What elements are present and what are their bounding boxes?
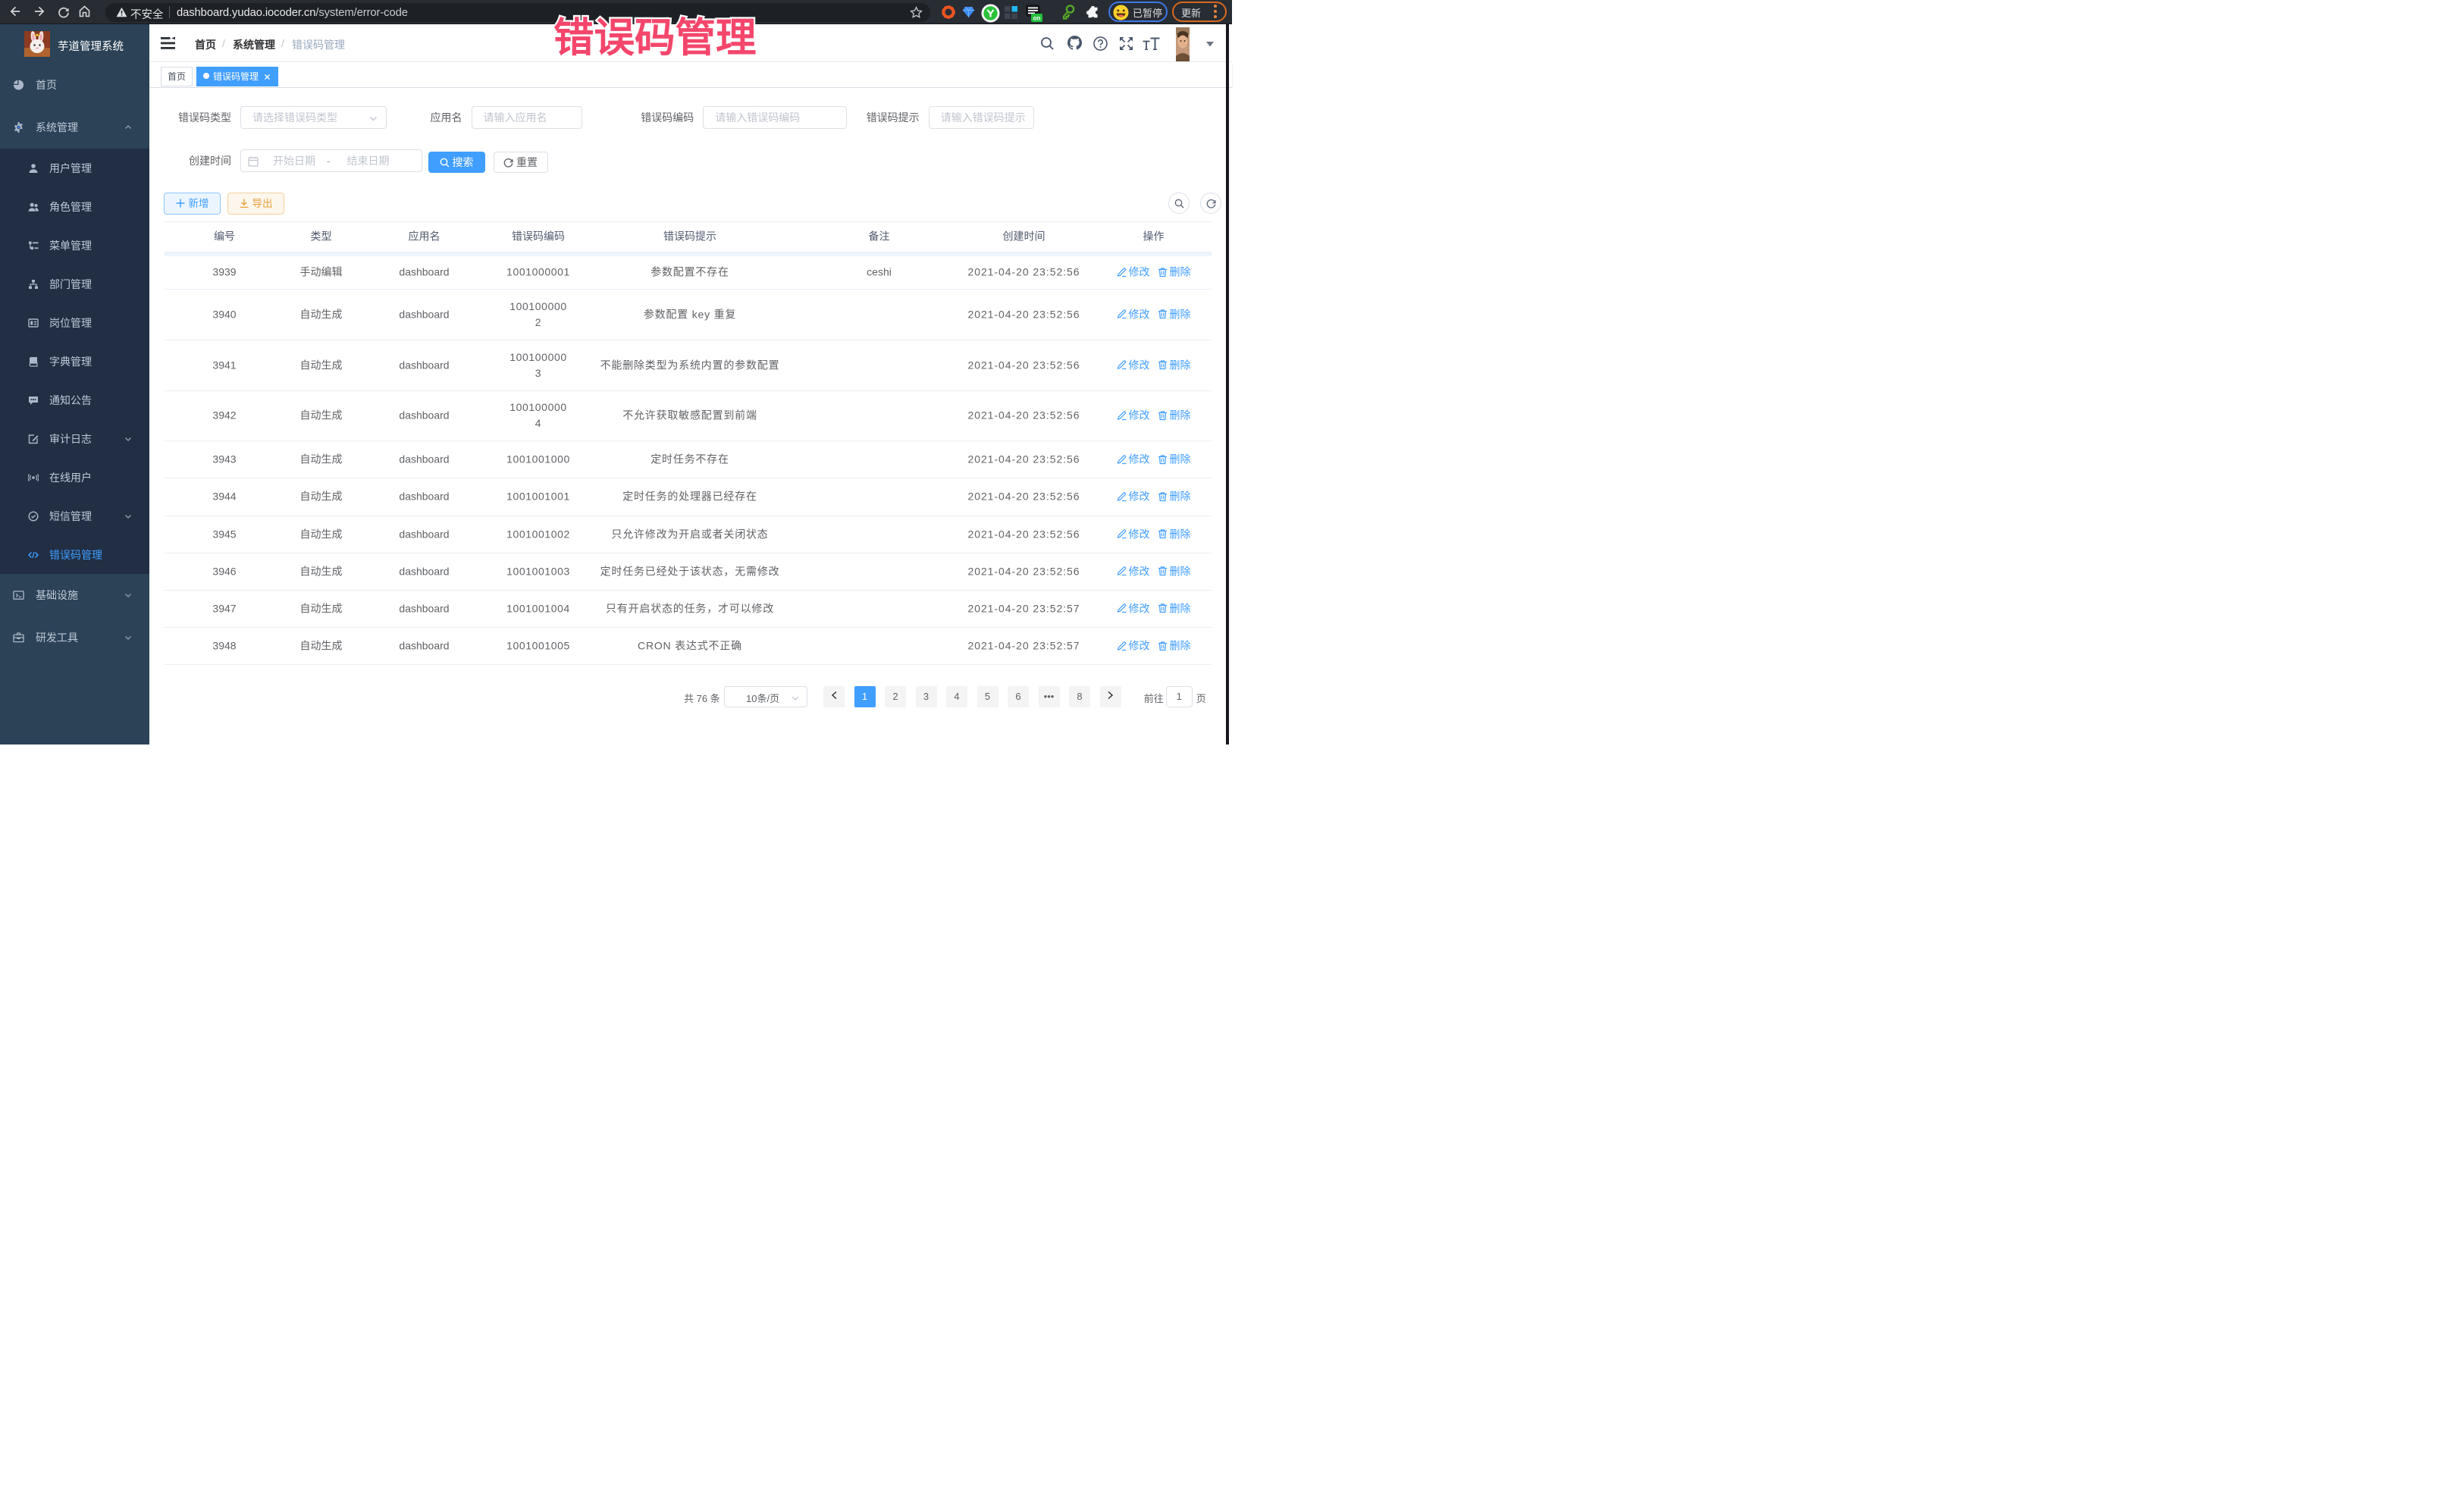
- svg-text:on: on: [1033, 15, 1041, 22]
